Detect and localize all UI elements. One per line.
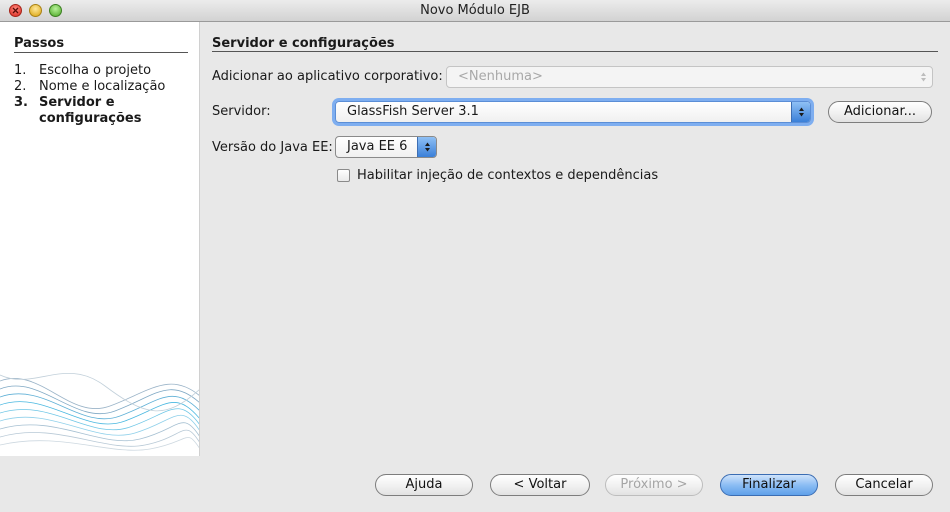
updown-arrows-icon: [417, 137, 436, 157]
step-label: Escolha o projeto: [39, 63, 152, 78]
back-button[interactable]: < Voltar: [490, 474, 590, 496]
steps-sidebar: Passos 1. Escolha o projeto 2. Nome e lo…: [0, 22, 200, 456]
updown-arrows-icon: [914, 67, 932, 87]
enterprise-app-value: <Nenhuma>: [458, 69, 543, 84]
steps-list: 1. Escolha o projeto 2. Nome e localizaç…: [14, 63, 194, 127]
step-3-current: 3. Servidor e configurações: [14, 95, 194, 127]
step-number: 3.: [14, 95, 28, 110]
steps-title: Passos: [14, 36, 65, 51]
step-number: 1.: [14, 63, 27, 78]
java-ee-label: Versão do Java EE:: [212, 140, 333, 155]
decorative-wave-image: [0, 372, 199, 451]
server-value: GlassFish Server 3.1: [347, 104, 479, 119]
steps-divider: [14, 52, 188, 53]
step-number: 2.: [14, 79, 27, 94]
window-title: Novo Módulo EJB: [420, 3, 530, 18]
step-1: 1. Escolha o projeto: [14, 63, 194, 79]
cdi-label[interactable]: Habilitar injeção de contextos e dependê…: [357, 168, 658, 183]
java-ee-value: Java EE 6: [347, 139, 408, 154]
java-ee-select[interactable]: Java EE 6: [335, 136, 437, 158]
server-select[interactable]: GlassFish Server 3.1: [335, 101, 811, 123]
step-label: Nome e localização: [39, 79, 166, 94]
step-2: 2. Nome e localização: [14, 79, 194, 95]
enterprise-app-select: <Nenhuma>: [446, 66, 933, 88]
server-label: Servidor:: [212, 104, 271, 119]
finish-button[interactable]: Finalizar: [720, 474, 818, 496]
step-label: Servidor e configurações: [39, 95, 142, 126]
add-server-button[interactable]: Adicionar...: [828, 101, 932, 123]
section-title: Servidor e configurações: [212, 36, 395, 51]
section-divider: [212, 51, 938, 52]
help-button[interactable]: Ajuda: [375, 474, 473, 496]
updown-arrows-icon: [791, 102, 810, 122]
enterprise-app-label: Adicionar ao aplicativo corporativo:: [212, 69, 443, 84]
cancel-button[interactable]: Cancelar: [835, 474, 933, 496]
next-button: Próximo >: [605, 474, 703, 496]
cdi-checkbox[interactable]: [337, 169, 350, 182]
title-bar: Novo Módulo EJB: [0, 0, 950, 22]
